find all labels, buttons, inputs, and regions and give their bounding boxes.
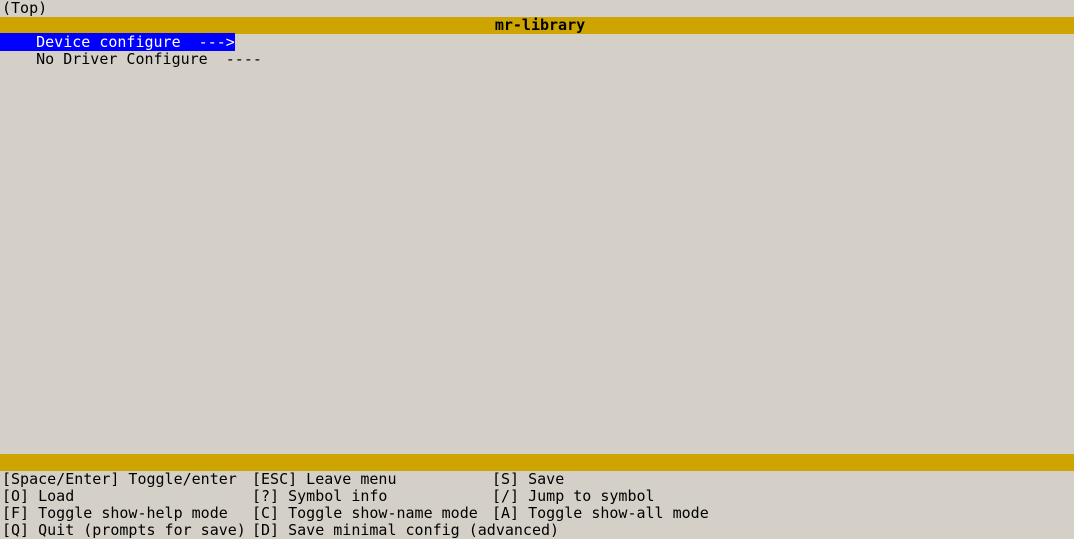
menu-item-label: No Driver Configure ---- — [0, 50, 262, 68]
title-text: mr-library — [495, 16, 585, 34]
help-hint — [492, 522, 1078, 539]
help-hint: [A] Toggle show-all mode — [492, 505, 1078, 522]
page-title: mr-library — [0, 17, 1080, 34]
help-hint: [S] Save — [492, 471, 1078, 488]
separator-bar — [0, 454, 1080, 471]
help-hint: [ESC] Leave menu — [252, 471, 492, 488]
menu-item-device-configure[interactable]: Device configure ---> — [0, 34, 235, 51]
help-hint: [O] Load — [2, 488, 252, 505]
help-hint: [D] Save minimal config (advanced) — [252, 522, 492, 539]
help-hint: [Space/Enter] Toggle/enter — [2, 471, 252, 488]
window-right-edge — [1074, 0, 1080, 539]
menu-item-no-driver-configure[interactable]: No Driver Configure ---- — [0, 51, 1080, 68]
help-hint: [/] Jump to symbol — [492, 488, 1078, 505]
help-hint: [C] Toggle show-name mode — [252, 505, 492, 522]
menu-list: Device configure ---> No Driver Configur… — [0, 34, 1080, 68]
breadcrumb-location: (Top) — [2, 0, 47, 17]
help-row: [O] Load [?] Symbol info [/] Jump to sym… — [2, 488, 1078, 505]
help-row: [Q] Quit (prompts for save) [D] Save min… — [2, 522, 1078, 539]
help-row: [Space/Enter] Toggle/enter [ESC] Leave m… — [2, 471, 1078, 488]
menu-item-label: Device configure ---> — [0, 33, 235, 51]
help-hint: [Q] Quit (prompts for save) — [2, 522, 252, 539]
help-row: [F] Toggle show-help mode [C] Toggle sho… — [2, 505, 1078, 522]
help-hint: [F] Toggle show-help mode — [2, 505, 252, 522]
help-hint: [?] Symbol info — [252, 488, 492, 505]
breadcrumb: (Top) — [0, 0, 1080, 17]
help-area: [Space/Enter] Toggle/enter [ESC] Leave m… — [0, 471, 1080, 539]
